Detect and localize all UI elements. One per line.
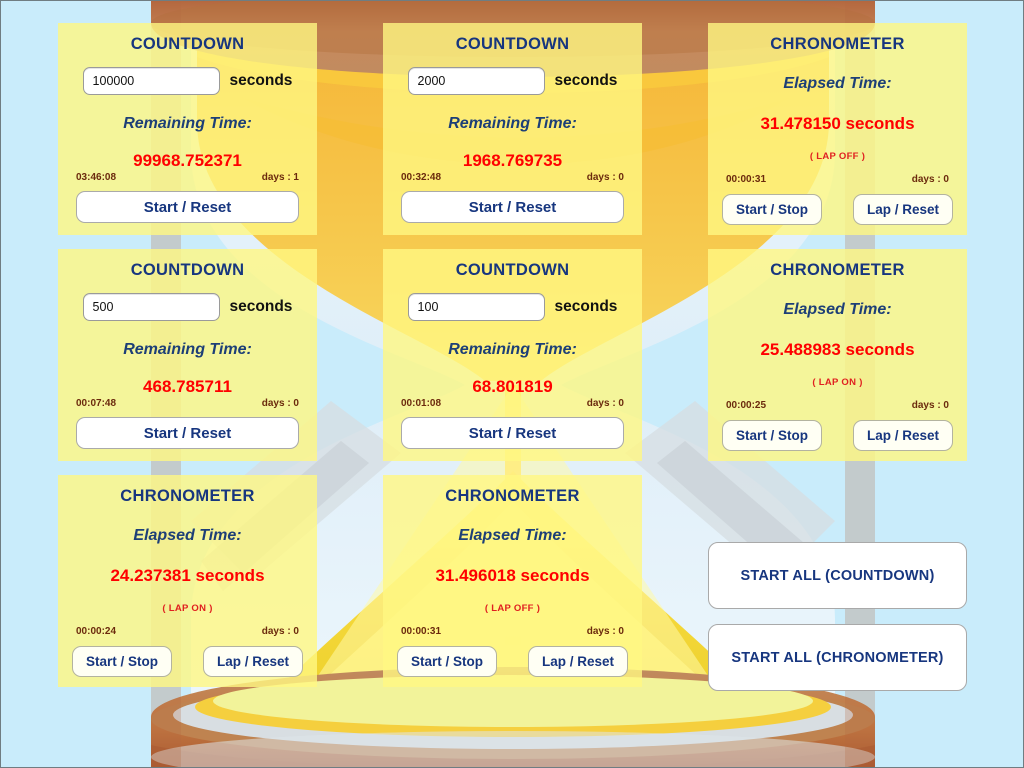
elapsed-clock: 00:00:25 [726, 400, 767, 411]
lap-reset-button-3[interactable]: Lap / Reset [203, 646, 303, 677]
panel-title: COUNTDOWN [455, 35, 570, 53]
seconds-input-row: seconds [58, 67, 317, 95]
meta-row: 00:00:24 days : 0 [76, 626, 299, 637]
meta-row: 00:32:48 days : 0 [401, 172, 624, 183]
panel-title: CHRONOMETER [120, 487, 255, 505]
remaining-time-label: Remaining Time: [123, 115, 252, 132]
remaining-time-label: Remaining Time: [448, 341, 577, 358]
seconds-input-row: seconds [383, 293, 642, 321]
chronometer-panel-4: CHRONOMETER Elapsed Time: 31.496018 seco… [383, 475, 642, 687]
elapsed-time-label: Elapsed Time: [783, 301, 892, 318]
chronometer-panel-1: CHRONOMETER Elapsed Time: 31.478150 seco… [708, 23, 967, 235]
days-counter: days : 0 [911, 174, 949, 185]
seconds-unit-label: seconds [554, 298, 618, 315]
lap-reset-button-4[interactable]: Lap / Reset [528, 646, 628, 677]
countdown-panel-1: COUNTDOWN seconds Remaining Time: 99968.… [58, 23, 317, 235]
meta-row: 00:01:08 days : 0 [401, 398, 624, 409]
elapsed-time-value: 31.478150 seconds [760, 114, 915, 133]
elapsed-clock: 03:46:08 [76, 172, 117, 183]
elapsed-clock: 00:01:08 [401, 398, 442, 409]
days-counter: days : 0 [261, 398, 299, 409]
start-all-countdown-button[interactable]: START ALL (COUNTDOWN) [708, 542, 967, 609]
days-counter: days : 1 [261, 172, 299, 183]
meta-row: 00:00:25 days : 0 [726, 400, 949, 411]
countdown-seconds-input-3[interactable] [82, 293, 220, 321]
app-window: COUNTDOWN seconds Remaining Time: 99968.… [0, 0, 1024, 768]
days-counter: days : 0 [586, 626, 624, 637]
elapsed-time-label: Elapsed Time: [133, 527, 242, 544]
lap-reset-button-1[interactable]: Lap / Reset [853, 194, 953, 225]
lap-state-badge: ( LAP ON ) [812, 377, 863, 388]
elapsed-clock: 00:00:31 [401, 626, 442, 637]
start-reset-button-4[interactable]: Start / Reset [401, 417, 624, 449]
seconds-input-row: seconds [383, 67, 642, 95]
seconds-input-row: seconds [58, 293, 317, 321]
elapsed-clock: 00:32:48 [401, 172, 442, 183]
lap-reset-button-2[interactable]: Lap / Reset [853, 420, 953, 451]
start-stop-button-2[interactable]: Start / Stop [722, 420, 822, 451]
panel-title: CHRONOMETER [770, 35, 905, 53]
remaining-time-value: 99968.752371 [133, 151, 242, 170]
countdown-seconds-input-2[interactable] [407, 67, 545, 95]
panel-title: CHRONOMETER [770, 261, 905, 279]
meta-row: 03:46:08 days : 1 [76, 172, 299, 183]
elapsed-clock: 00:00:31 [726, 174, 767, 185]
chronometer-button-row: Start / Stop Lap / Reset [722, 194, 953, 225]
panel-title: COUNTDOWN [455, 261, 570, 279]
remaining-time-value: 1968.769735 [462, 151, 563, 170]
start-all-chronometer-button[interactable]: START ALL (CHRONOMETER) [708, 624, 967, 691]
days-counter: days : 0 [261, 626, 299, 637]
countdown-panel-4: COUNTDOWN seconds Remaining Time: 68.801… [383, 249, 642, 461]
chronometer-button-row: Start / Stop Lap / Reset [722, 420, 953, 451]
countdown-seconds-input-4[interactable] [407, 293, 545, 321]
countdown-seconds-input-1[interactable] [82, 67, 220, 95]
meta-row: 00:00:31 days : 0 [401, 626, 624, 637]
countdown-panel-3: COUNTDOWN seconds Remaining Time: 468.78… [58, 249, 317, 461]
start-stop-button-3[interactable]: Start / Stop [72, 646, 172, 677]
chronometer-button-row: Start / Stop Lap / Reset [72, 646, 303, 677]
meta-row: 00:00:31 days : 0 [726, 174, 949, 185]
panel-title: COUNTDOWN [130, 35, 245, 53]
seconds-unit-label: seconds [229, 72, 293, 89]
start-reset-button-3[interactable]: Start / Reset [76, 417, 299, 449]
seconds-unit-label: seconds [554, 72, 618, 89]
lap-state-badge: ( LAP OFF ) [484, 603, 541, 614]
elapsed-time-value: 31.496018 seconds [435, 566, 590, 585]
start-stop-button-1[interactable]: Start / Stop [722, 194, 822, 225]
seconds-unit-label: seconds [229, 298, 293, 315]
elapsed-time-value: 25.488983 seconds [760, 340, 915, 359]
days-counter: days : 0 [586, 398, 624, 409]
remaining-time-label: Remaining Time: [448, 115, 577, 132]
lap-state-badge: ( LAP OFF ) [809, 151, 866, 162]
remaining-time-value: 468.785711 [143, 377, 232, 396]
elapsed-clock: 00:00:24 [76, 626, 117, 637]
elapsed-time-label: Elapsed Time: [783, 75, 892, 92]
meta-row: 00:07:48 days : 0 [76, 398, 299, 409]
panel-title: COUNTDOWN [130, 261, 245, 279]
start-stop-button-4[interactable]: Start / Stop [397, 646, 497, 677]
elapsed-time-value: 24.237381 seconds [110, 566, 265, 585]
days-counter: days : 0 [586, 172, 624, 183]
chronometer-panel-2: CHRONOMETER Elapsed Time: 25.488983 seco… [708, 249, 967, 461]
elapsed-clock: 00:07:48 [76, 398, 117, 409]
days-counter: days : 0 [911, 400, 949, 411]
remaining-time-value: 68.801819 [472, 377, 553, 396]
start-reset-button-1[interactable]: Start / Reset [76, 191, 299, 223]
remaining-time-label: Remaining Time: [123, 341, 252, 358]
panel-title: CHRONOMETER [445, 487, 580, 505]
chronometer-panel-3: CHRONOMETER Elapsed Time: 24.237381 seco… [58, 475, 317, 687]
chronometer-button-row: Start / Stop Lap / Reset [397, 646, 628, 677]
elapsed-time-label: Elapsed Time: [458, 527, 567, 544]
start-reset-button-2[interactable]: Start / Reset [401, 191, 624, 223]
lap-state-badge: ( LAP ON ) [162, 603, 213, 614]
countdown-panel-2: COUNTDOWN seconds Remaining Time: 1968.7… [383, 23, 642, 235]
